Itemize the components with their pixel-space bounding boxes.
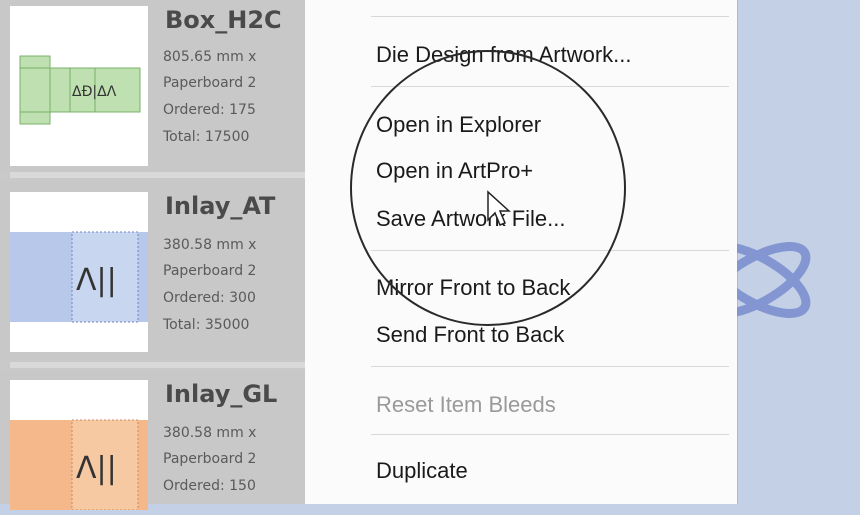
item-total: Total: 35000 xyxy=(163,317,250,333)
menu-separator xyxy=(371,366,729,367)
item-thumbnail: Λ|| xyxy=(10,192,148,352)
menu-separator xyxy=(371,16,729,17)
item-ordered: Ordered: 150 xyxy=(163,478,256,494)
highlight-circle-annotation xyxy=(350,50,626,326)
svg-text:ΔĐ|ΔΛ: ΔĐ|ΔΛ xyxy=(72,84,117,100)
item-thumbnail: ΔĐ|ΔΛ xyxy=(10,6,148,166)
dieline-preview: ΔĐ|ΔΛ xyxy=(19,55,141,125)
item-material: Paperboard 2 xyxy=(163,451,257,467)
item-thumbnail: Λ|| xyxy=(10,380,148,511)
item-size: 805.65 mm x xyxy=(163,49,257,65)
item-name: Inlay_GL xyxy=(165,380,278,408)
menu-item-send-front[interactable]: Send Front to Back xyxy=(376,322,564,348)
svg-text:Λ||: Λ|| xyxy=(76,263,117,298)
layout-item-list: ΔĐ|ΔΛ Box_H2C 805.65 mm x Paperboard 2 O… xyxy=(0,0,305,511)
menu-separator xyxy=(371,434,729,435)
list-item[interactable]: Λ|| Inlay_GL 380.58 mm x Paperboard 2 Or… xyxy=(0,370,305,511)
item-name: Box_H2C xyxy=(165,6,282,34)
divider xyxy=(10,362,305,368)
menu-item-reset-bleeds: Reset Item Bleeds xyxy=(376,392,556,417)
item-ordered: Ordered: 300 xyxy=(163,290,256,306)
item-total: Total: 17500 xyxy=(163,129,250,145)
svg-text:Λ||: Λ|| xyxy=(76,451,117,486)
item-size: 380.58 mm x xyxy=(163,425,257,441)
item-size: 380.58 mm x xyxy=(163,237,257,253)
list-item[interactable]: Λ|| Inlay_AT 380.58 mm x Paperboard 2 Or… xyxy=(0,182,305,360)
item-material: Paperboard 2 xyxy=(163,75,257,91)
dieline-preview: Λ|| xyxy=(10,419,148,511)
divider xyxy=(10,172,305,178)
atom-logo-icon xyxy=(737,242,811,318)
mouse-cursor-icon xyxy=(487,190,511,226)
item-name: Inlay_AT xyxy=(165,192,276,220)
list-item[interactable]: ΔĐ|ΔΛ Box_H2C 805.65 mm x Paperboard 2 O… xyxy=(0,0,305,172)
item-material: Paperboard 2 xyxy=(163,263,257,279)
menu-item-duplicate[interactable]: Duplicate xyxy=(376,458,468,484)
dieline-preview: Λ|| xyxy=(10,231,148,323)
item-ordered: Ordered: 175 xyxy=(163,102,256,118)
